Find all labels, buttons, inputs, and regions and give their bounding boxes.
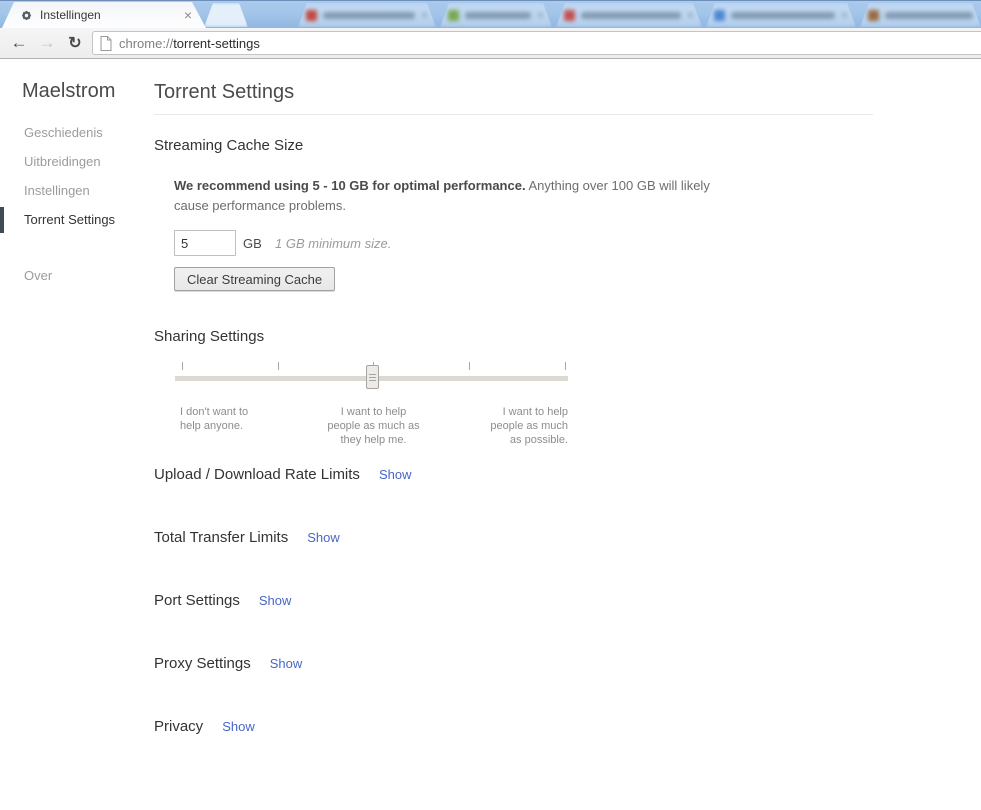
section-heading: Upload / Download Rate Limits (154, 466, 360, 483)
sidebar-item-uitbreidingen[interactable]: Uitbreidingen (0, 147, 145, 176)
page-icon (100, 35, 112, 51)
sharing-settings-heading: Sharing Settings (154, 328, 265, 345)
section-heading: Proxy Settings (154, 655, 251, 672)
section-heading: Port Settings (154, 592, 240, 609)
background-tab[interactable]: × (298, 3, 436, 27)
back-button[interactable]: ← (6, 30, 32, 56)
app-title: Maelstrom (22, 80, 116, 102)
browser-window: Instellingen × × × × × ← → ↻ chrome://to… (0, 0, 981, 810)
slider-tick (565, 362, 566, 370)
tab-instellingen[interactable]: Instellingen × (2, 2, 206, 28)
tab-title-blurred (885, 12, 973, 19)
url-text: chrome://torrent-settings (119, 36, 260, 51)
gear-icon (20, 9, 33, 22)
section-total-transfer-limits: Total Transfer Limits Show (154, 529, 340, 546)
toolbar: ← → ↻ chrome://torrent-settings (0, 28, 981, 59)
minimum-size-note: 1 GB minimum size. (275, 236, 392, 251)
tab-title-blurred (323, 12, 415, 19)
tab-title-blurred (581, 12, 681, 19)
slider-label-right: I want to help people as much as possibl… (490, 406, 568, 446)
tab-favicon (564, 10, 575, 21)
sidebar-item-instellingen[interactable]: Instellingen (0, 176, 145, 205)
slider-label-left: I don't want to help anyone. (180, 406, 249, 432)
section-heading: Privacy (154, 718, 204, 735)
tab-close-icon[interactable]: × (687, 8, 694, 22)
url-path: torrent-settings (173, 35, 260, 51)
section-heading: Total Transfer Limits (154, 529, 289, 546)
tab-favicon (714, 10, 725, 21)
background-tab-small[interactable] (204, 3, 248, 27)
tab-title: Instellingen (40, 8, 101, 22)
address-bar[interactable]: chrome://torrent-settings (92, 31, 981, 55)
tab-close-icon[interactable]: × (182, 8, 194, 22)
show-link[interactable]: Show (307, 530, 340, 545)
cache-recommendation-bold: We recommend using 5 - 10 GB for optimal… (174, 178, 526, 193)
show-link[interactable]: Show (270, 656, 303, 671)
tab-favicon (448, 10, 459, 21)
show-link[interactable]: Show (379, 467, 412, 482)
sidebar-item-geschiedenis[interactable]: Geschiedenis (0, 118, 145, 147)
clear-streaming-cache-button[interactable]: Clear Streaming Cache (174, 267, 336, 291)
show-link[interactable]: Show (222, 719, 255, 734)
title-divider (154, 114, 873, 115)
section-upload-download-rate-limits: Upload / Download Rate Limits Show (154, 466, 411, 483)
tab-title-blurred (465, 12, 531, 19)
reload-button[interactable]: ↻ (62, 30, 88, 56)
tab-title-blurred (731, 12, 835, 19)
sidebar-item-torrent-settings[interactable]: Torrent Settings (0, 205, 145, 234)
cache-recommendation: We recommend using 5 - 10 GB for optimal… (174, 176, 722, 216)
sidebar-item-over[interactable]: Over (0, 261, 145, 290)
streaming-cache-heading: Streaming Cache Size (154, 137, 304, 154)
tab-strip: Instellingen × × × × × (0, 0, 981, 28)
forward-button: → (38, 33, 56, 52)
show-link[interactable]: Show (259, 593, 292, 608)
background-tab[interactable]: × (706, 3, 856, 27)
slider-tick (469, 362, 470, 370)
background-tab[interactable]: × (556, 3, 702, 27)
section-proxy-settings: Proxy Settings Show (154, 655, 302, 672)
section-privacy: Privacy Show (154, 718, 255, 735)
tab-close-icon[interactable]: × (537, 8, 544, 22)
tab-favicon (868, 10, 879, 21)
url-scheme: chrome:// (119, 35, 174, 51)
slider-tick (278, 362, 279, 370)
tab-close-icon[interactable]: × (421, 8, 428, 22)
sharing-slider-handle[interactable] (366, 365, 379, 389)
tab-favicon (306, 10, 317, 21)
active-item-indicator (0, 207, 4, 233)
background-tab[interactable]: × (440, 3, 552, 27)
page-title: Torrent Settings (154, 81, 295, 103)
slider-tick (182, 362, 183, 370)
section-port-settings: Port Settings Show (154, 592, 291, 609)
slider-label-center: I want to help people as much as they he… (327, 406, 420, 446)
cache-size-input[interactable] (174, 230, 236, 256)
background-tab[interactable] (860, 3, 981, 27)
tab-close-icon[interactable]: × (841, 8, 848, 22)
gb-unit-label: GB (243, 236, 262, 251)
